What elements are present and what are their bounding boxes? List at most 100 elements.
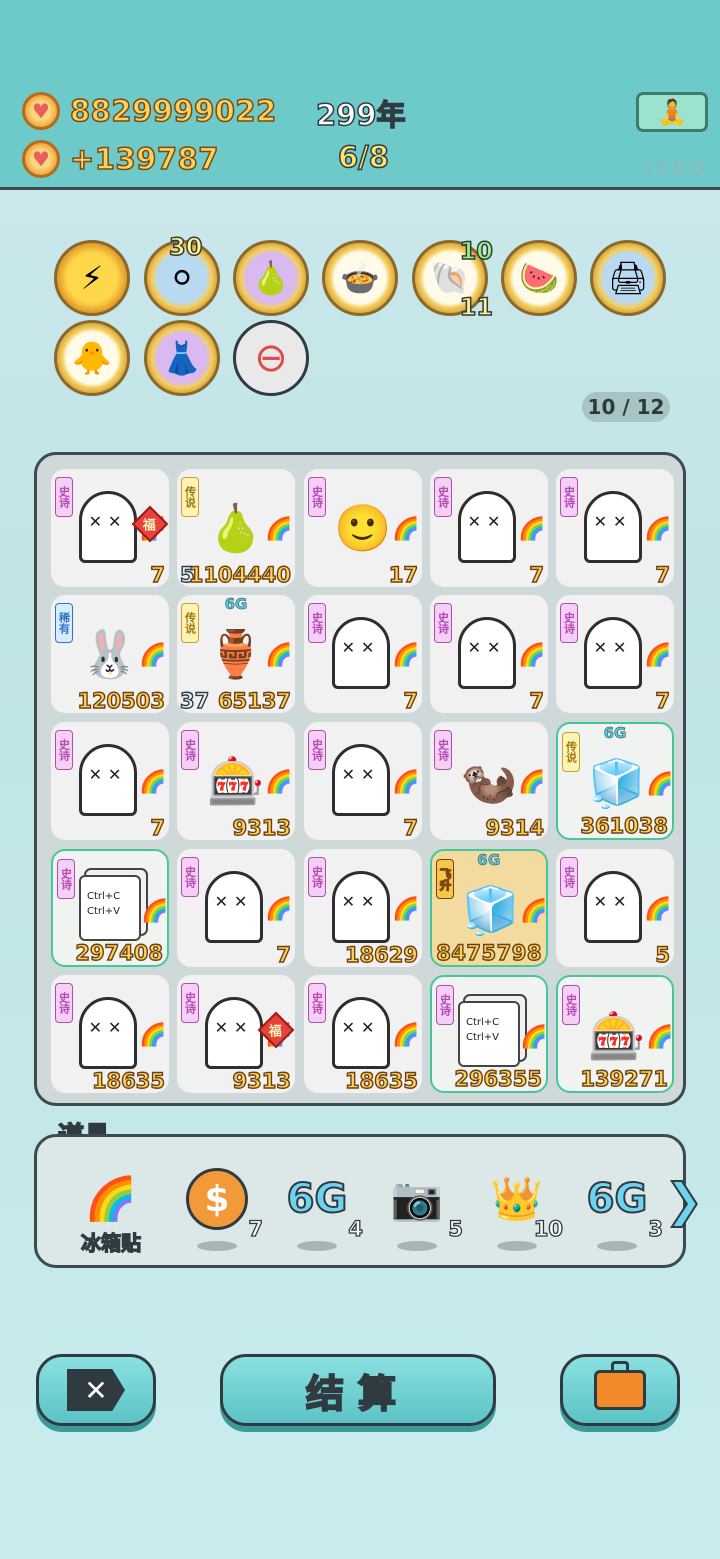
relic-lightning[interactable]: ⚡ bbox=[54, 240, 130, 316]
board-cell[interactable]: 史诗 🦦 🌈 9314 bbox=[430, 722, 548, 841]
board-cell[interactable]: 史诗 ✕✕ 🌈 7 bbox=[556, 469, 674, 588]
rainbow-icon: 🌈 bbox=[644, 643, 672, 668]
board-cell[interactable]: 史诗 ✕✕ 🌈 18635 bbox=[304, 975, 422, 1094]
relic-fruit[interactable]: 🍉 bbox=[501, 240, 577, 316]
meditate-button[interactable]: 🧘 bbox=[636, 92, 708, 132]
board-cell[interactable]: 史诗 ✕✕ 🌈 7 bbox=[304, 595, 422, 714]
board-cell[interactable]: 史诗 ✕✕ 🌈 7 bbox=[430, 595, 548, 714]
rarity-tag: 史诗 bbox=[181, 857, 199, 897]
lightning-icon: ⚡ bbox=[80, 259, 104, 297]
chick-icon: 🐥 bbox=[72, 339, 112, 377]
prop-6g[interactable]: 6G 4 bbox=[269, 1163, 365, 1259]
rainbow-icon: 🌈 bbox=[644, 897, 672, 922]
close-icon: ✕ bbox=[67, 1369, 125, 1411]
fridge-icon: 🧊 bbox=[461, 882, 520, 938]
prop-coin[interactable]: $ 7 bbox=[169, 1163, 265, 1259]
rarity-tag: 史诗 bbox=[181, 730, 199, 770]
cell-value: 65137 bbox=[217, 688, 291, 713]
relic-pear[interactable]: 🍐 bbox=[233, 240, 309, 316]
rainbow-icon: 🌈 bbox=[392, 770, 420, 795]
prop-count: 7 bbox=[248, 1216, 264, 1241]
board-cell[interactable]: 史诗 ✕✕ 🌈 7 bbox=[177, 849, 295, 968]
rarity-tag: 史诗 bbox=[57, 859, 75, 899]
board-cell[interactable]: 史诗 Ctrl+C Ctrl+V 🌈 297408 bbox=[51, 849, 169, 967]
board-cell[interactable]: 史诗 🎰 🌈 139271 bbox=[556, 975, 674, 1093]
pill-board-icon: ⚪ bbox=[168, 259, 196, 297]
cell-value: 120503 bbox=[77, 688, 166, 713]
cell-value: 7 bbox=[403, 688, 419, 713]
prop-6g-2[interactable]: 6G 3 bbox=[569, 1163, 665, 1259]
prop-fridge-magnet[interactable]: 🌈 冰箱贴 bbox=[63, 1163, 159, 1259]
fridge-icon: 🧊 bbox=[588, 755, 646, 810]
board-cell[interactable]: 史诗 Ctrl+C Ctrl+V 🌈 296355 bbox=[430, 975, 548, 1093]
rainbow-icon: 🌈 bbox=[646, 772, 674, 797]
round-label: 6/8 bbox=[337, 139, 389, 175]
board-cell[interactable]: 传说 🧊 🌈 6G 361038 bbox=[556, 722, 674, 840]
pot-icon: 🍲 bbox=[340, 259, 380, 297]
settle-button[interactable]: 结算 bbox=[220, 1354, 496, 1426]
rainbow-icon: 🌈 bbox=[519, 898, 548, 925]
board-cell[interactable]: 传说 🏺 🌈 6G 37 65137 bbox=[177, 595, 295, 714]
board-cell[interactable]: 史诗 ✕✕ 🌈 18635 bbox=[51, 975, 169, 1094]
rarity-tag: 史诗 bbox=[55, 983, 73, 1023]
6g-badge: 6G bbox=[603, 724, 627, 743]
rainbow-icon: 🌈 bbox=[139, 643, 167, 668]
relic-minus[interactable]: ⊖ bbox=[233, 320, 309, 396]
rarity-tag: 史诗 bbox=[55, 730, 73, 770]
rainbow-icon: 🌈 bbox=[520, 1025, 548, 1050]
board-cell[interactable]: 史诗 ✕✕ 🌈 7 bbox=[430, 469, 548, 588]
otter-icon: 🦦 bbox=[460, 753, 518, 808]
rarity-tag: 史诗 bbox=[308, 730, 326, 770]
dollar-coin-icon: $ bbox=[186, 1168, 248, 1230]
rainbow-icon: 🌈 bbox=[265, 643, 293, 668]
board-cell[interactable]: 史诗 ✕✕ 🌈 7 bbox=[304, 722, 422, 841]
prop-count: 10 bbox=[533, 1216, 564, 1241]
relic-pill-board[interactable]: ⚪ 30 bbox=[144, 232, 220, 316]
rainbow-icon: 🌈 bbox=[141, 899, 169, 924]
cell-value: 139271 bbox=[580, 1066, 669, 1091]
board-cell[interactable]: 史诗 ✕✕ 🌈 5 bbox=[556, 849, 674, 968]
board-cell[interactable]: 飞升 🧊 🌈 6G 8475798 bbox=[430, 849, 548, 967]
relic-pot[interactable]: 🍲 bbox=[322, 240, 398, 316]
rainbow-icon: 🌈 bbox=[392, 517, 420, 542]
board-cell[interactable]: 史诗 🙂 🌈 17 bbox=[304, 469, 422, 588]
props-bar: 🌈 冰箱贴 $ 7 6G 4 📷 5 👑 10 6G 3 bbox=[34, 1134, 686, 1268]
cell-value: 7 bbox=[655, 562, 671, 587]
cell-value: 9313 bbox=[232, 815, 292, 840]
cell-value: 9314 bbox=[485, 815, 545, 840]
rarity-tag: 稀有 bbox=[55, 603, 73, 643]
6g-icon: 6G bbox=[286, 1175, 349, 1223]
board-cell[interactable]: 传说 🍐 🌈 5 1104440 bbox=[177, 469, 295, 588]
briefcase-icon bbox=[594, 1361, 646, 1410]
board-cell[interactable]: 稀有 🐰 🌈 120503 bbox=[51, 595, 169, 714]
cell-value: 18629 bbox=[344, 942, 418, 967]
board-cell[interactable]: 史诗✕✕🌈福9313 bbox=[177, 975, 295, 1094]
bag-button[interactable] bbox=[560, 1354, 680, 1426]
cancel-button[interactable]: ✕ bbox=[36, 1354, 156, 1426]
chevron-right-icon[interactable]: ❯ bbox=[664, 1168, 705, 1232]
cell-value: 8475798 bbox=[436, 940, 543, 965]
board-cell[interactable]: 史诗 🎰 🌈 9313 bbox=[177, 722, 295, 841]
printer-icon: 🖨 bbox=[607, 259, 649, 297]
relic-skirt[interactable]: 👗 bbox=[144, 320, 220, 396]
cell-value: 9313 bbox=[232, 1068, 292, 1093]
face-icon: 🙂 bbox=[334, 500, 392, 555]
relic-shell[interactable]: 🐚 10 11 bbox=[412, 236, 494, 322]
relic-printer[interactable]: 🖨 bbox=[590, 240, 666, 316]
fruit-icon: 🍉 bbox=[519, 259, 559, 297]
relic-chick[interactable]: 🐥 bbox=[54, 320, 130, 396]
board-cell[interactable]: 史诗 ✕✕ 🌈 18629 bbox=[304, 849, 422, 968]
board-cell[interactable]: 史诗 ✕✕ 🌈 7 bbox=[51, 722, 169, 841]
board-cell[interactable]: 史诗 ✕✕ 🌈 7 bbox=[556, 595, 674, 714]
rarity-tag: 史诗 bbox=[308, 983, 326, 1023]
prop-crown[interactable]: 👑 10 bbox=[469, 1163, 565, 1259]
prop-camera[interactable]: 📷 5 bbox=[369, 1163, 465, 1259]
board-cell[interactable]: 史诗✕✕🌈福7 bbox=[51, 469, 169, 588]
rarity-tag: 史诗 bbox=[308, 603, 326, 643]
cell-value: 7 bbox=[529, 562, 545, 587]
prop-count: 3 bbox=[648, 1216, 664, 1241]
top-status-bar: ♥ 8829999022 ♥ +139787 299年 6/8 🧘 v3.8.0 bbox=[0, 0, 720, 190]
cell-value: 7 bbox=[276, 942, 292, 967]
ghost-icon: ✕✕ bbox=[584, 491, 642, 563]
relic-count-bottom: 11 bbox=[459, 292, 494, 322]
